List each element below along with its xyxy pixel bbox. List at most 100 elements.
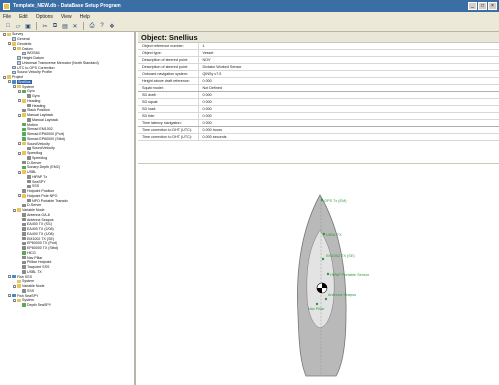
gear-icon	[22, 289, 26, 293]
tree-item-label: D-Server	[27, 203, 42, 208]
property-row: Squat model: Not Defined	[138, 84, 499, 92]
gear-icon	[22, 232, 26, 236]
window-controls: _ □ ×	[468, 2, 499, 10]
new-icon[interactable]: □	[4, 22, 12, 30]
tree-item-label: Fish SSS	[17, 274, 32, 279]
tree-item-label: System	[22, 279, 34, 284]
tree-item-label: Nav Pillar	[27, 255, 43, 260]
paste-icon[interactable]: ▤	[61, 22, 69, 30]
tree-expander[interactable]: -	[8, 275, 11, 279]
close-button[interactable]: ×	[488, 2, 497, 10]
tree-expander[interactable]: -	[18, 113, 21, 117]
property-value: 0.000	[198, 98, 499, 106]
minimize-button[interactable]: _	[468, 2, 477, 10]
tree-expander[interactable]: -	[18, 194, 21, 198]
main-panel: Object: Snellius Object reference number…	[138, 32, 499, 385]
folder-icon	[17, 46, 21, 51]
tree-item-label: SeaSPY	[32, 179, 46, 184]
tree-item-label: Simrad EM1002	[27, 127, 53, 132]
gear-icon	[22, 246, 26, 250]
tree-expander[interactable]: -	[13, 85, 16, 89]
tree-item-label: Speedlog	[32, 155, 48, 160]
property-row: SD load: 0.000	[138, 105, 499, 113]
property-value: Vessel	[198, 49, 499, 57]
property-value: 0.000	[198, 112, 499, 120]
menu-options[interactable]: Options	[36, 14, 53, 20]
property-row: SD squat: 0.000	[138, 98, 499, 106]
document-icon	[12, 65, 16, 70]
property-key: Height above draft reference:	[138, 77, 199, 85]
menu-view[interactable]: View	[61, 14, 72, 20]
tree-item-label: Simrad EP60000 (Stbd)	[27, 136, 65, 141]
print-icon[interactable]: ⎙	[88, 22, 96, 30]
delete-icon[interactable]: ✕	[71, 22, 79, 30]
drawing-label-hipap: HiPAP Portable Sensor	[330, 273, 370, 277]
property-value: QINSy v7.5	[198, 70, 499, 78]
tree-expander[interactable]: -	[18, 151, 21, 155]
property-key: Description of steered point:	[138, 63, 199, 71]
about-icon[interactable]: ❖	[108, 22, 116, 30]
gear-icon	[22, 189, 26, 193]
menu-file[interactable]: File	[3, 14, 11, 20]
property-value: Dictator Worked Sensor	[198, 63, 499, 71]
drawing-label-antenna: Antenna Seapos	[328, 293, 356, 297]
tree-item-label: HiCG	[27, 250, 36, 255]
tree-expander[interactable]: -	[8, 294, 11, 298]
document-icon	[12, 37, 16, 41]
drawing-label-em1002: EM1002 TX (SE)	[326, 254, 355, 258]
cut-icon[interactable]: ✂	[41, 22, 49, 30]
window-titlebar: Template_NEW.db - DataBase Setup Program…	[0, 0, 499, 12]
tree-expander[interactable]: -	[18, 89, 21, 93]
object-tree[interactable]: - Survey General - Geodetic - Datum WGS84 Height…	[0, 32, 136, 385]
tree-item-label: Hotpoint Pole NPO	[27, 193, 58, 198]
tree-item-label: Simrad EP60000 (Port)	[27, 132, 65, 137]
tree-expander[interactable]: -	[13, 284, 16, 288]
vessel-drawing-panel: GPS Tx (EM) USBL TX EM1002 TX (SE) HiPAP…	[138, 163, 499, 385]
gear-icon	[27, 103, 31, 108]
vessel-icon	[12, 274, 16, 279]
tree-item-label: Fish SeaSPY	[17, 293, 39, 298]
tree-expander[interactable]: -	[13, 208, 16, 212]
copy-icon[interactable]: ⧉	[51, 22, 59, 30]
gear-icon	[22, 241, 26, 246]
tree-expander[interactable]: -	[8, 42, 11, 46]
tree-item-label: USBL TX	[27, 269, 42, 274]
open-icon[interactable]: ▱	[14, 22, 22, 30]
page-title: Object: Snellius	[138, 32, 499, 43]
tree-expander[interactable]: -	[13, 298, 16, 302]
folder-icon	[22, 113, 26, 117]
menu-help[interactable]: Help	[80, 14, 90, 20]
save-icon[interactable]: ▣	[24, 22, 32, 30]
tree-expander[interactable]: -	[3, 75, 6, 79]
help-icon[interactable]: ?	[98, 22, 106, 30]
tree-item-label: Geodetic	[17, 41, 32, 46]
tree-item-label: Gyro	[27, 89, 35, 94]
folder-icon	[17, 84, 21, 89]
tree-item-label: General	[17, 37, 30, 42]
menu-edit[interactable]: Edit	[19, 14, 28, 20]
maximize-button[interactable]: □	[478, 2, 487, 10]
tree-item-label: Speedlog	[27, 151, 43, 156]
tree-expander[interactable]: -	[13, 47, 16, 51]
tree-item-label: Manual Layback	[27, 113, 54, 118]
sensor-icon	[22, 251, 26, 255]
gear-icon	[27, 184, 31, 189]
property-value: NOV	[198, 56, 499, 64]
drawing-label-gps: GPS Tx (EM)	[324, 199, 347, 203]
tree-expander[interactable]: -	[18, 170, 21, 174]
tree-item-label: System	[22, 84, 34, 89]
sensor-icon	[22, 122, 26, 127]
property-key: Squat model:	[138, 84, 199, 92]
tree-item[interactable]: Depth SeaSPY	[0, 303, 134, 308]
vessel-icon	[12, 293, 16, 298]
gear-icon	[27, 94, 31, 98]
property-value: Not Defined	[198, 84, 499, 92]
sensor-marker	[315, 302, 319, 306]
tree-item-label: Universal Transverse Mercator (North Sta…	[22, 60, 99, 65]
tree-expander[interactable]: -	[3, 32, 6, 36]
tree-item-label: EA400 TX (S/1)	[27, 222, 53, 227]
tree-expander[interactable]: -	[8, 80, 11, 84]
tree-expander[interactable]: -	[18, 99, 21, 103]
folder-icon	[17, 298, 21, 303]
tree-expander[interactable]: -	[18, 142, 21, 146]
